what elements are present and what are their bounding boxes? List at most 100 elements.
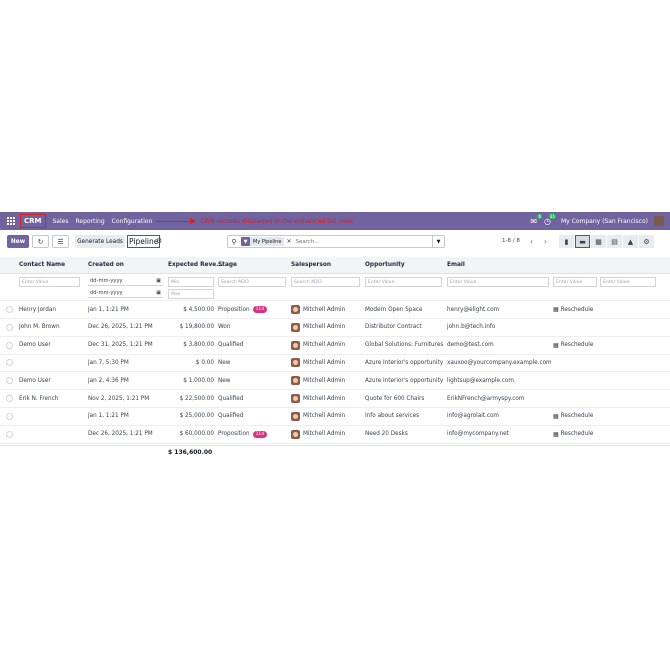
pager-value[interactable]: 1-8 / 8 [502, 238, 520, 244]
search-input[interactable] [295, 238, 416, 245]
cell-expected-revenue: $ 60,000.00 [179, 431, 214, 438]
cell-activity[interactable]: ▦ Reschedule [553, 426, 593, 443]
filter-extra-input[interactable]: Enter Value [600, 277, 656, 287]
stage-text: Qualified [218, 342, 244, 349]
row-select-checkbox[interactable] [6, 323, 13, 331]
pager-next-icon[interactable]: › [539, 235, 552, 248]
row-select-checkbox[interactable] [6, 412, 13, 420]
table-row[interactable]: Erik N. French Nov 2, 2025, 1:21 PM $ 22,5… [0, 390, 670, 408]
cell-created-on: Jan 2, 4:36 PM [88, 377, 129, 384]
table-row[interactable]: Demo User Dec 31, 2025, 1:21 PM $ 3,800.00… [0, 337, 670, 355]
refresh-button[interactable]: ↻ [32, 235, 49, 248]
cell-opportunity: Azure Interior's opportunity [365, 359, 444, 366]
row-select-checkbox[interactable] [6, 359, 13, 367]
gear-icon[interactable]: ⚙ [156, 237, 162, 245]
cell-activity[interactable]: ▦ Reschedule [553, 408, 593, 425]
header-created-on[interactable]: Created on [88, 257, 124, 273]
generate-leads-button[interactable]: Generate Leads [75, 235, 125, 248]
header-contact-name[interactable]: Contact Name [19, 257, 65, 273]
filter-email-input[interactable]: Enter Value [447, 277, 549, 287]
table-row[interactable]: Dec 26, 2025, 1:21 PM $ 60,000.00 Proposit… [0, 426, 670, 444]
stage-tag-badge: 114 [252, 430, 268, 438]
header-stage[interactable]: Stage [218, 257, 237, 273]
menu-sales[interactable]: Sales [53, 218, 69, 225]
activity-clock-icon[interactable]: ◷ 31 [544, 213, 556, 226]
row-select-checkbox[interactable] [6, 377, 13, 385]
table-row[interactable]: Jan 1, 1:21 PM $ 25,000.00 Qualified Mitche… [0, 408, 670, 426]
company-switcher[interactable]: My Company (San Francisco) [561, 218, 648, 225]
salesperson-avatar [291, 322, 300, 332]
table-row[interactable]: Henry Jordan Jan 1, 1:21 PM $ 4,500.00 Prop… [0, 301, 670, 319]
cell-salesperson: Mitchell Admin [291, 337, 345, 354]
list-view-icon[interactable]: ▬ [575, 235, 590, 248]
calendar-icon: ▦ [553, 306, 559, 313]
list-options-button[interactable]: ☰ [52, 235, 69, 248]
salesperson-name: Mitchell Admin [303, 413, 346, 420]
cell-created-on: Jan 7, 5:30 PM [88, 359, 129, 366]
search-icon[interactable]: ⚲ [228, 238, 240, 246]
filter-revenue-max[interactable]: Max [168, 289, 214, 299]
app-title-crm[interactable]: CRM [20, 214, 46, 228]
header-email[interactable]: Email [447, 257, 465, 273]
filter-salesperson-input[interactable]: Search M2O [291, 277, 360, 287]
table-row[interactable]: Jan 7, 5:30 PM $ 0.00 New Mitchell Admin Azu… [0, 354, 670, 373]
filter-stage-input[interactable]: Search M2O [218, 277, 286, 287]
row-select-checkbox[interactable] [6, 306, 13, 313]
graph-view-icon[interactable]: ▲ [623, 235, 638, 248]
cell-created-on: Dec 26, 2025, 1:21 PM [88, 324, 153, 331]
menu-configuration[interactable]: Configuration [112, 218, 153, 225]
header-salesperson[interactable]: Salesperson [291, 257, 331, 273]
cell-opportunity: Global Solutions: Furnitures [365, 342, 444, 349]
filter-extra-input[interactable]: Enter Value [553, 277, 597, 287]
new-button[interactable]: New [7, 235, 29, 248]
salesperson-avatar [291, 429, 300, 439]
cell-stage: Qualified [218, 408, 243, 425]
pivot-view-icon[interactable]: ▤ [607, 235, 622, 248]
reschedule-label: Reschedule [560, 306, 594, 313]
settings-view-icon[interactable]: ⚙ [639, 235, 654, 248]
user-avatar[interactable] [654, 216, 664, 226]
cell-activity[interactable]: ▦ Reschedule [553, 301, 593, 318]
search-options-toggle[interactable]: ▼ [432, 236, 444, 247]
row-select-checkbox[interactable] [6, 430, 13, 438]
cell-activity[interactable]: ▦ Reschedule [553, 337, 593, 354]
header-opportunity[interactable]: Opportunity [365, 257, 405, 273]
header-expected-revenue[interactable]: Expected Reve... [168, 257, 223, 273]
calendar-view-icon[interactable]: ▦ [591, 235, 606, 248]
table-row[interactable]: John M. Brown Dec 26, 2025, 1:21 PM $ 19,8… [0, 319, 670, 337]
salesperson-avatar [291, 411, 300, 421]
remove-facet-icon[interactable]: ✕ [286, 238, 291, 245]
menu-reporting[interactable]: Reporting [75, 218, 104, 225]
filter-revenue-min[interactable]: Min [168, 277, 214, 287]
cell-contact: Demo User [19, 342, 51, 349]
cell-contact: Demo User [19, 377, 51, 384]
cell-email: ErikNFrench@armyspy.com [447, 395, 525, 402]
calendar-icon: ▣ [156, 277, 161, 284]
annotation-arrow [156, 217, 197, 225]
filter-icon: ▼ [241, 237, 250, 246]
chat-icon[interactable]: ✉ 6 [530, 213, 543, 226]
cell-expected-revenue: $ 4,500.00 [183, 306, 214, 313]
filter-row: Enter Value dd-mm-yyyy ▣ dd-mm-yyyy ▣ Min … [0, 274, 670, 301]
filter-contact-input[interactable]: Enter Value [19, 277, 80, 287]
row-select-checkbox[interactable] [6, 341, 13, 349]
filter-opportunity-input[interactable]: Enter Value [365, 277, 442, 287]
filter-date-to[interactable]: dd-mm-yyyy ▣ [88, 288, 163, 298]
pager-previous-icon[interactable]: ‹ [525, 235, 538, 248]
stage-text: New [218, 377, 231, 384]
salesperson-avatar [291, 305, 300, 314]
calendar-icon: ▣ [156, 289, 161, 296]
cell-opportunity: Azure Interior's opportunity [365, 377, 444, 384]
reschedule-label: Reschedule [560, 342, 594, 349]
filter-date-from[interactable]: dd-mm-yyyy ▣ [88, 276, 163, 286]
cell-expected-revenue: $ 1,000.00 [183, 377, 214, 384]
cell-salesperson: Mitchell Admin [291, 319, 345, 336]
kanban-view-icon[interactable]: ▮ [559, 235, 574, 248]
cell-salesperson: Mitchell Admin [291, 301, 345, 318]
row-select-checkbox[interactable] [6, 395, 13, 402]
app-menu-grid-icon[interactable] [7, 217, 15, 225]
cell-email: henry@elight.com [447, 306, 500, 313]
cell-expected-revenue: $ 25,000.00 [179, 413, 214, 420]
table-row[interactable]: Demo User Jan 2, 4:36 PM $ 1,000.00 New Mitc… [0, 372, 670, 391]
search-bar: ⚲ ▼ My Pipeline ✕ ▼ [227, 235, 445, 248]
